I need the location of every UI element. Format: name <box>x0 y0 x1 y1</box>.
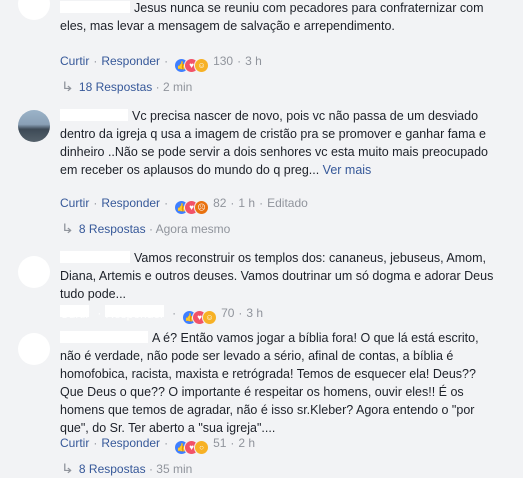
reactions-summary[interactable]: 👍 ♥ ☺ <box>182 307 218 325</box>
comment-time[interactable]: 3 h <box>245 54 262 68</box>
see-more-link[interactable]: Ver mais <box>323 163 372 177</box>
comment-time[interactable]: 1 h <box>238 196 255 210</box>
reply-arrow-icon: ↳ <box>60 79 74 94</box>
like-link[interactable]: Curtir <box>60 436 89 450</box>
replies-time: 35 min <box>156 462 193 476</box>
reply-arrow-icon: ↳ <box>60 461 74 476</box>
angry-reaction-icon: ☹ <box>194 200 210 215</box>
reply-link[interactable]: Responder <box>101 54 160 68</box>
comment-actions: Curtir · Responder · 👍 ♥ ☹ 82 · 1 h · Editado <box>60 194 308 215</box>
replies-link[interactable]: ↳ 18 Respostas · 2 min <box>60 78 193 96</box>
reactions-summary[interactable]: 👍 ♥ ☺ <box>174 55 210 73</box>
like-link[interactable]: Curtir <box>60 305 90 321</box>
reply-link[interactable]: Responder <box>101 196 160 210</box>
avatar[interactable] <box>18 256 50 288</box>
comment-actions: Curtir · Responder · 👍 ♥ ○ 51 · 2 h <box>60 434 255 455</box>
reaction-count[interactable]: 82 <box>213 196 226 210</box>
reactions-summary[interactable]: 👍 ♥ ○ <box>174 437 210 455</box>
avatar[interactable] <box>18 0 50 20</box>
comment-text: A é? Então vamos jogar a bíblia fora! O … <box>60 329 500 437</box>
comment-time[interactable]: 3 h <box>246 306 263 320</box>
reply-arrow-icon: ↳ <box>60 221 74 236</box>
reaction-count[interactable]: 70 <box>221 306 234 320</box>
comment-body: A é? Então vamos jogar a bíblia fora! O … <box>60 331 479 435</box>
avatar[interactable] <box>18 110 50 142</box>
author-name-redacted[interactable] <box>60 109 128 121</box>
comment-text: Vamos reconstruir os templos dos: canane… <box>60 249 500 303</box>
reactions-summary[interactable]: 👍 ♥ ☹ <box>174 197 210 215</box>
comment-actions: Curtir · Responder · 👍 ♥ ☺ 130 · 3 h <box>60 52 262 73</box>
replies-link[interactable]: ↳ 8 Respostas · Agora mesmo <box>60 220 231 238</box>
like-link[interactable]: Curtir <box>60 196 89 210</box>
replies-link[interactable]: ↳ 8 Respostas · 35 min <box>60 460 193 478</box>
comment-text: Jesus nunca se reuniu com pecadores para… <box>60 0 500 35</box>
edited-label[interactable]: Editado <box>267 196 308 210</box>
like-link[interactable]: Curtir <box>60 54 89 68</box>
reaction-count[interactable]: 130 <box>213 54 233 68</box>
author-name-redacted[interactable] <box>60 331 148 343</box>
haha-reaction-icon: ☺ <box>202 310 218 325</box>
comment-actions: Curtir · Responder · 👍 ♥ ☺ 70 · 3 h <box>60 304 263 325</box>
reply-link[interactable]: Responder <box>101 436 160 450</box>
reaction-count[interactable]: 51 <box>213 436 226 450</box>
replies-time: Agora mesmo <box>155 222 231 236</box>
replies-count[interactable]: 18 Respostas <box>79 80 152 94</box>
author-name-redacted[interactable] <box>60 251 130 263</box>
replies-count[interactable]: 8 Respostas <box>79 222 146 236</box>
replies-count[interactable]: 8 Respostas <box>79 462 146 476</box>
avatar[interactable] <box>18 333 50 365</box>
comment-time[interactable]: 2 h <box>238 436 255 450</box>
wow-reaction-icon: ○ <box>194 440 210 455</box>
replies-time: 2 min <box>162 80 193 94</box>
haha-reaction-icon: ☺ <box>194 58 210 73</box>
reply-link[interactable]: Responder <box>105 305 165 321</box>
comment-text: Vc precisa nascer de novo, pois vc não p… <box>60 107 500 179</box>
author-name-redacted[interactable] <box>60 1 130 13</box>
